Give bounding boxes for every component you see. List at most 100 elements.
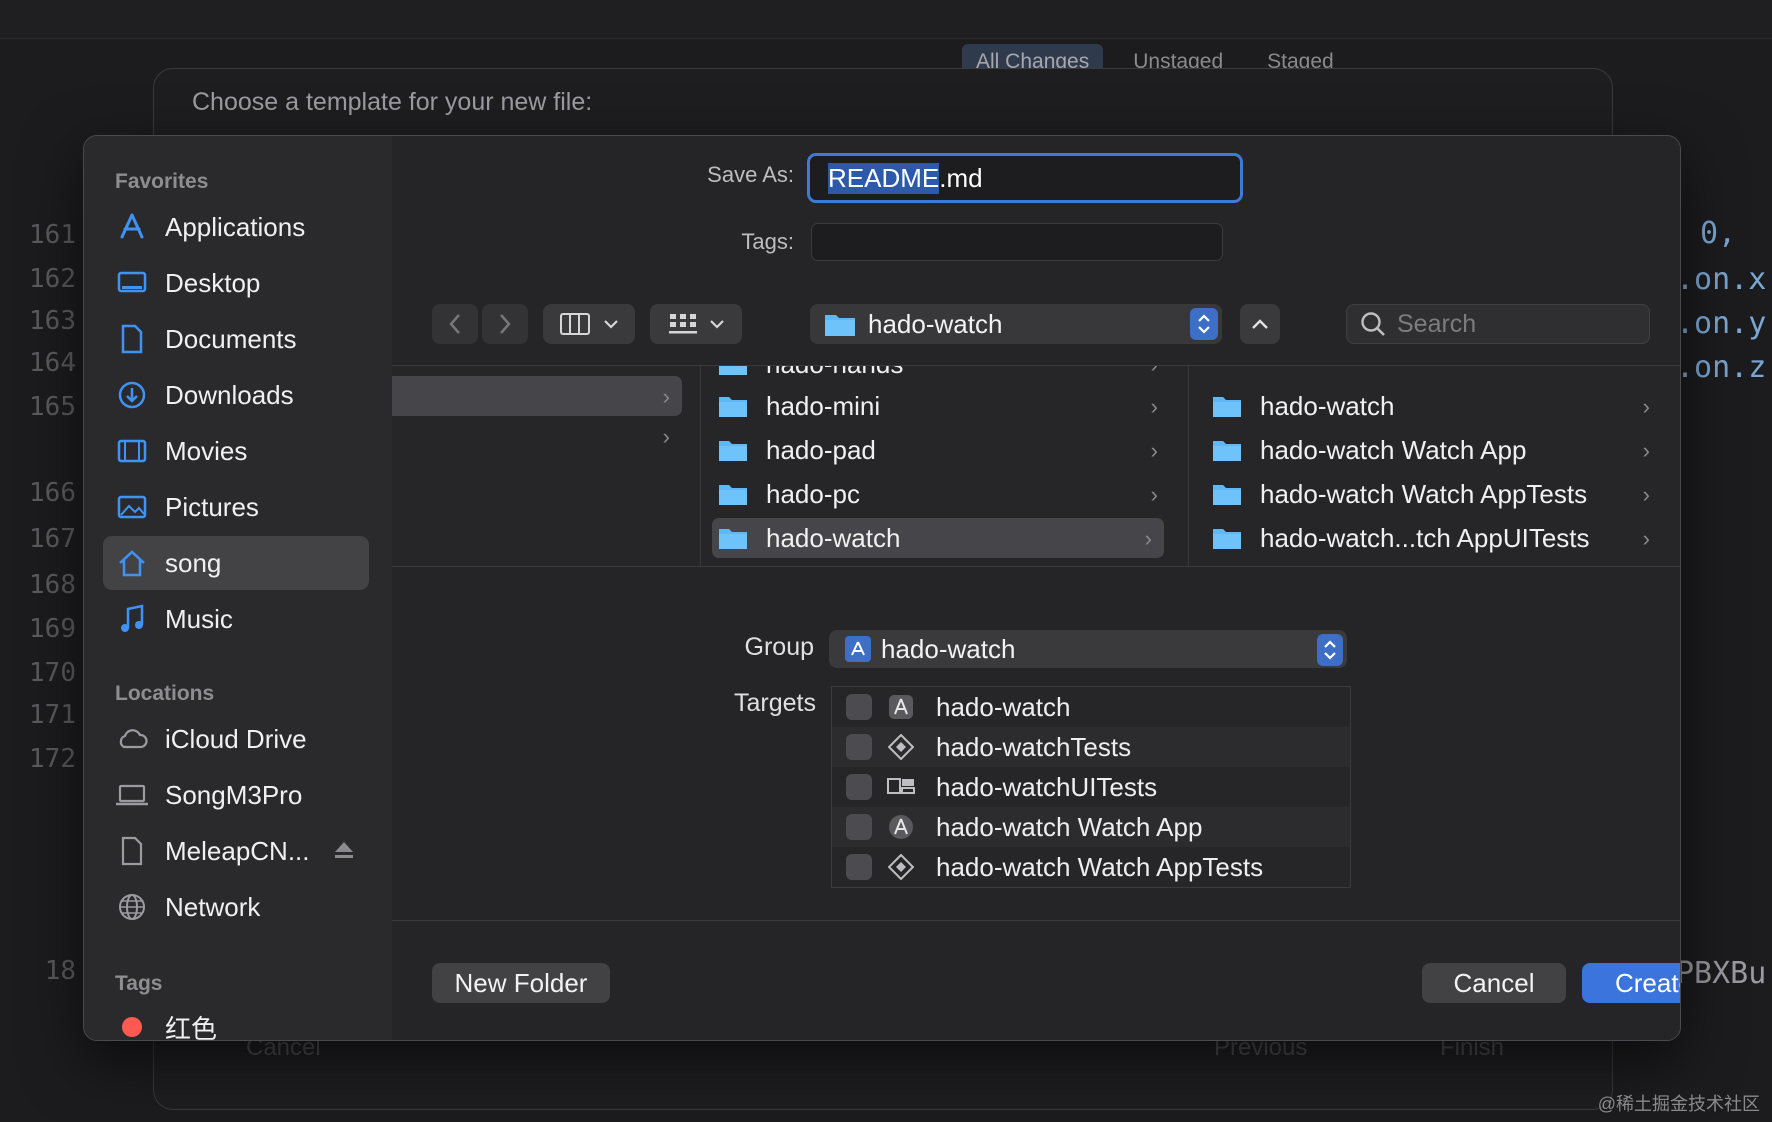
sidebar-item-label: song [165,547,222,578]
sidebar-item-documents[interactable]: Documents [103,312,369,366]
folder-name: hado-mini [766,390,881,421]
folder-row-hado-hands[interactable]: hado-hands › [718,366,1170,384]
forward-button[interactable] [482,304,528,344]
project-icon [845,636,871,662]
chevron-up-icon [1252,319,1268,329]
line-number: 172 [29,744,76,774]
code-fragment: .on.z [1676,350,1767,385]
eject-icon[interactable] [333,840,355,860]
target-row-hado-watchtests[interactable]: hado-watchTests [832,727,1350,767]
target-row-hado-watch-watch-apptests[interactable]: hado-watch Watch AppTests [832,847,1350,887]
sidebar-item-movies[interactable]: Movies [103,424,369,478]
line-number: 168 [29,570,76,600]
code-fragment: 0, [1700,216,1737,251]
sidebar-item-label: 红色 [165,1013,218,1041]
line-number: 161 [29,220,76,250]
search-icon [1361,312,1385,336]
folder-row-hado-watch-apputests[interactable]: hado-watch...tch AppUITests › [1212,518,1662,558]
test-target-icon [886,732,916,762]
chevron-left-icon [449,314,460,334]
target-checkbox[interactable] [846,694,872,720]
targets-label: Targets [734,689,816,717]
browser-row[interactable]: › [392,416,682,456]
sidebar-item-song[interactable]: song [103,536,369,590]
home-icon [115,546,149,580]
line-number: 166 [29,478,76,508]
cancel-button[interactable]: Cancel [1422,963,1566,1003]
new-folder-button[interactable]: New Folder [432,963,610,1003]
browser-row[interactable]: › [392,376,682,416]
sidebar-item-desktop[interactable]: Desktop [103,256,369,310]
target-row-hado-watchuitests[interactable]: hado-watchUITests [832,767,1350,807]
chevron-right-icon: › [1150,482,1158,507]
pictures-icon [115,490,149,524]
folder-icon [825,315,855,336]
template-sheet-title: Choose a template for your new file: [192,88,593,116]
tags-field[interactable] [811,223,1223,261]
sidebar-item-music[interactable]: Music [103,592,369,646]
target-name: hado-watch Watch AppTests [936,851,1264,882]
sidebar-item-meleapcn[interactable]: MeleapCN... [103,824,369,878]
folder-icon [1213,529,1241,549]
target-checkbox[interactable] [846,814,872,840]
folder-row-hado-watch-watch-apptests[interactable]: hado-watch Watch AppTests › [1212,474,1662,514]
chevron-right-icon: › [1642,438,1650,463]
create-button[interactable]: Create [1582,963,1680,1003]
column-view-button[interactable] [543,304,635,344]
sidebar-item-network[interactable]: Network [103,880,369,934]
back-button[interactable] [432,304,478,344]
bottom-divider [392,920,1680,921]
target-checkbox[interactable] [846,774,872,800]
folder-name: hado-watch Watch AppTests [1260,478,1588,509]
collapse-button[interactable] [1240,304,1280,344]
folder-row-hado-watch[interactable]: hado-watch › [712,518,1164,558]
watch-app-target-icon [886,812,916,842]
folder-name: hado-pad [766,434,876,465]
folder-row-hado-pc[interactable]: hado-pc › [718,474,1170,514]
main-pane: Save As: README .md Tags: hado-watch Sea… [392,136,1680,1040]
folder-name: hado-watch [1260,390,1395,421]
browser-column-2: hado-hands › hado-mini › hado-pad › hado… [700,366,1189,566]
save-as-field[interactable]: README .md [807,153,1243,203]
folder-row-hado-watch[interactable]: hado-watch › [1212,386,1662,426]
location-popup[interactable]: hado-watch [810,304,1222,344]
sidebar-item-pictures[interactable]: Pictures [103,480,369,534]
sidebar-item-label: Downloads [165,379,294,410]
folder-row-hado-pad[interactable]: hado-pad › [718,430,1170,470]
target-name: hado-watchTests [936,731,1132,762]
folder-row-hado-mini[interactable]: hado-mini › [718,386,1170,426]
targets-list: hado-watch hado-watchTests hado-watchUIT… [831,686,1351,888]
target-row-hado-watch-watch-app[interactable]: hado-watch Watch App [832,807,1350,847]
line-number: 162 [29,264,76,294]
folder-icon [719,441,747,461]
sidebar-item-icloud-drive[interactable]: iCloud Drive [103,712,369,766]
popup-stepper-icon [1317,634,1343,666]
sidebar-item-label: Pictures [165,491,259,522]
save-as-extension: .md [939,162,983,193]
target-checkbox[interactable] [846,734,872,760]
sidebar-item-songm3pro[interactable]: SongM3Pro [103,768,369,822]
target-name: hado-watch Watch App [936,811,1203,842]
sidebar-item-downloads[interactable]: Downloads [103,368,369,422]
folder-row-hado-watch-watch-app[interactable]: hado-watch Watch App › [1212,430,1662,470]
folder-name: hado-pc [766,478,860,509]
sidebar-item-tag-red[interactable]: 红色 [103,1000,369,1041]
target-checkbox[interactable] [846,854,872,880]
code-fragment: .on.y [1676,306,1767,341]
group-by-button[interactable] [650,304,742,344]
group-popup[interactable]: hado-watch [829,630,1347,668]
line-number: 169 [29,614,76,644]
group-popup-label: hado-watch [881,633,1016,664]
search-field[interactable]: Search [1346,304,1650,344]
downloads-icon [115,378,149,412]
watermark: @稀土掘金技术社区 [1597,1094,1760,1114]
file-icon [115,834,149,868]
folder-icon [1213,485,1241,505]
target-row-hado-watch[interactable]: hado-watch [832,687,1350,727]
favorites-header: Favorites [115,170,209,193]
columns-icon [560,313,590,335]
sidebar-item-applications[interactable]: Applications [103,200,369,254]
app-target-icon [886,692,916,722]
line-number: 164 [29,348,76,378]
folder-icon [1213,441,1241,461]
